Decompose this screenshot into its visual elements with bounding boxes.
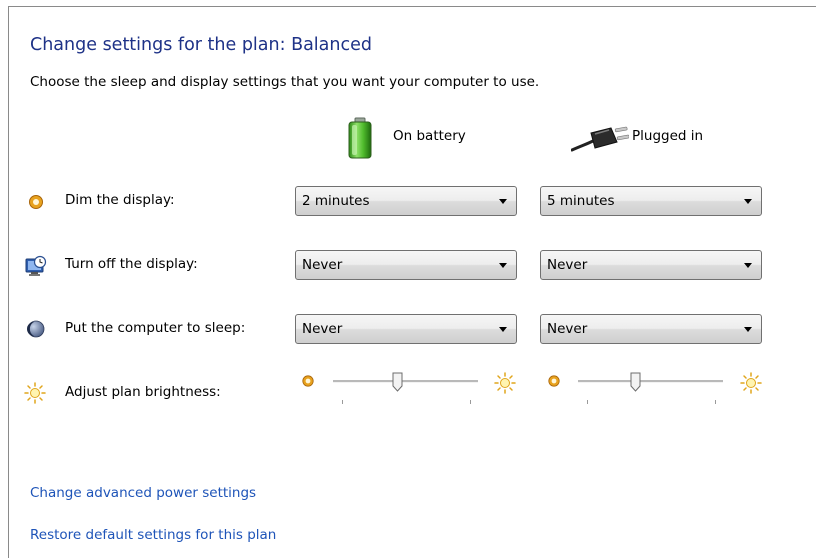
bright-brightness-icon (740, 372, 762, 394)
turn-off-display-plugged-value: Never (547, 257, 588, 273)
sleep-plugged-value: Never (547, 321, 588, 337)
dim-brightness-icon (548, 375, 560, 387)
sleep-label: Put the computer to sleep: (65, 320, 246, 336)
dim-brightness-icon (302, 375, 314, 387)
brightness-label: Adjust plan brightness: (65, 384, 221, 400)
slider-tick (587, 400, 588, 404)
slider-thumb[interactable] (392, 372, 403, 392)
turn-off-display-plugged-select[interactable]: Never (540, 250, 762, 280)
chevron-down-icon (499, 327, 507, 332)
turn-off-display-battery-select[interactable]: Never (295, 250, 517, 280)
brightness-plugged-slider[interactable] (578, 372, 723, 408)
sleep-battery-select[interactable]: Never (295, 314, 517, 344)
monitor-clock-icon (25, 255, 47, 276)
dim-display-plugged-value: 5 minutes (547, 193, 615, 209)
moon-sleep-icon (27, 320, 45, 338)
advanced-power-settings-link[interactable]: Change advanced power settings (30, 485, 256, 501)
chevron-down-icon (744, 199, 752, 204)
bright-brightness-icon (494, 372, 516, 394)
power-plug-icon (571, 126, 629, 152)
slider-track (333, 380, 478, 383)
battery-icon (348, 117, 372, 159)
dim-display-label: Dim the display: (65, 192, 175, 208)
dim-display-icon (29, 195, 43, 209)
slider-track (578, 380, 723, 383)
sun-brightness-icon (24, 382, 46, 404)
page-subtitle: Choose the sleep and display settings th… (30, 74, 540, 90)
page-title: Change settings for the plan: Balanced (30, 35, 372, 55)
sleep-battery-value: Never (302, 321, 343, 337)
sleep-plugged-select[interactable]: Never (540, 314, 762, 344)
restore-defaults-link[interactable]: Restore default settings for this plan (30, 527, 276, 543)
chevron-down-icon (744, 263, 752, 268)
slider-thumb[interactable] (630, 372, 641, 392)
slider-tick (715, 400, 716, 404)
turn-off-display-battery-value: Never (302, 257, 343, 273)
dim-display-battery-select[interactable]: 2 minutes (295, 186, 517, 216)
on-battery-label: On battery (393, 128, 466, 144)
chevron-down-icon (499, 199, 507, 204)
plugged-in-label: Plugged in (632, 128, 704, 144)
turn-off-display-label: Turn off the display: (65, 256, 198, 272)
slider-tick (470, 400, 471, 404)
brightness-battery-slider[interactable] (333, 372, 478, 408)
chevron-down-icon (744, 327, 752, 332)
chevron-down-icon (499, 263, 507, 268)
dim-display-battery-value: 2 minutes (302, 193, 370, 209)
dim-display-plugged-select[interactable]: 5 minutes (540, 186, 762, 216)
slider-tick (342, 400, 343, 404)
